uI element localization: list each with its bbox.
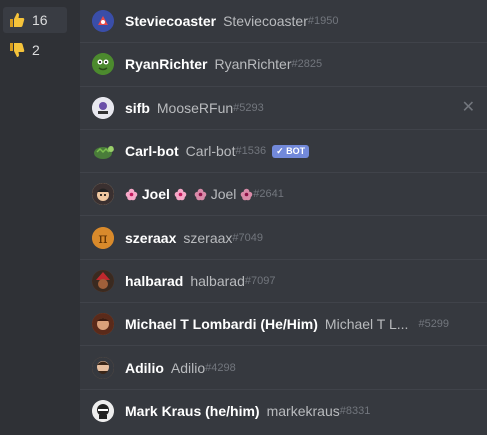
reactor-row[interactable]: halbarad halbarad #7097 [80, 260, 487, 304]
svg-text:π: π [98, 231, 107, 247]
reactor-row[interactable]: Joel Joel #2641 [80, 173, 487, 217]
reaction-thumbs-up[interactable]: 16 [3, 7, 67, 33]
thumbs-up-icon [9, 12, 25, 28]
reactor-row[interactable]: Carl-bot Carl-bot #1536 ✓ BOT [80, 130, 487, 174]
username: markekraus [266, 403, 340, 420]
flower-icon [174, 189, 187, 201]
reactor-row[interactable]: sifb MooseRFun #5293 ✕ [80, 87, 487, 130]
remove-reaction-icon[interactable]: ✕ [462, 99, 475, 116]
username: szeraax [183, 229, 233, 246]
reactor-row[interactable]: Mark Kraus (he/him) markekraus #8331 [80, 390, 487, 433]
avatar [92, 140, 114, 162]
discriminator: #2641 [253, 188, 284, 201]
username: Carl-bot [185, 143, 236, 160]
reaction-count: 16 [32, 12, 48, 28]
avatar [92, 53, 114, 76]
avatar [92, 96, 114, 119]
reactor-row[interactable]: π szeraax szeraax #7049 [80, 216, 487, 260]
username: RyanRichter [214, 56, 292, 73]
avatar: π [92, 226, 114, 249]
nickname: Joel [125, 186, 187, 202]
discriminator: #7049 [232, 231, 264, 244]
nickname: szeraax [125, 229, 177, 246]
discriminator: #5293 [233, 101, 264, 114]
reactor-row[interactable]: Michael T Lombardi (He/Him) Michael T L.… [80, 303, 487, 347]
username: Joel [194, 186, 253, 202]
username: MooseRFun [156, 99, 234, 116]
discriminator: #2825 [291, 58, 323, 71]
username: Steviecoaster [223, 13, 308, 30]
nickname: Michael T Lombardi (He/Him) [125, 316, 318, 333]
discriminator: #4298 [205, 361, 236, 374]
bot-tag: ✓ BOT [272, 144, 310, 158]
avatar [92, 356, 114, 379]
thumbs-down-icon [9, 42, 25, 58]
discriminator: #7097 [244, 274, 276, 287]
nickname: halbarad [125, 272, 184, 289]
avatar [92, 10, 114, 33]
username: Michael T L... [324, 316, 409, 333]
discriminator: #1536 [235, 145, 267, 158]
reactor-row[interactable]: RyanRichter RyanRichter #2825 [80, 43, 487, 87]
discriminator: #5299 [418, 318, 450, 331]
avatar [92, 313, 114, 336]
discriminator: #8331 [339, 405, 371, 418]
reactor-row[interactable]: Adilio Adilio #4298 [80, 346, 487, 390]
flower-icon [125, 189, 138, 201]
reaction-thumbs-down[interactable]: 2 [3, 37, 67, 63]
nickname: Adilio [125, 359, 164, 376]
avatar [92, 269, 114, 292]
avatar [92, 400, 114, 423]
nickname: Steviecoaster [125, 13, 217, 30]
reaction-count: 2 [32, 42, 40, 58]
reaction-sidebar: 16 2 [0, 0, 80, 435]
nickname: Carl-bot [125, 143, 179, 160]
check-icon: ✓ [276, 145, 287, 156]
flower-icon [240, 189, 253, 201]
nickname: sifb [125, 99, 150, 116]
flower-icon [194, 189, 207, 201]
discriminator: #1950 [307, 15, 339, 28]
avatar [92, 183, 114, 206]
nickname: Mark Kraus (he/him) [125, 403, 260, 420]
username: Adilio [170, 359, 206, 376]
reactor-list: Steviecoaster Steviecoaster #1950 RyanRic… [80, 0, 487, 435]
nickname: RyanRichter [125, 56, 208, 73]
reactor-row[interactable]: Steviecoaster Steviecoaster #1950 [80, 0, 487, 44]
username: halbarad [190, 272, 245, 289]
